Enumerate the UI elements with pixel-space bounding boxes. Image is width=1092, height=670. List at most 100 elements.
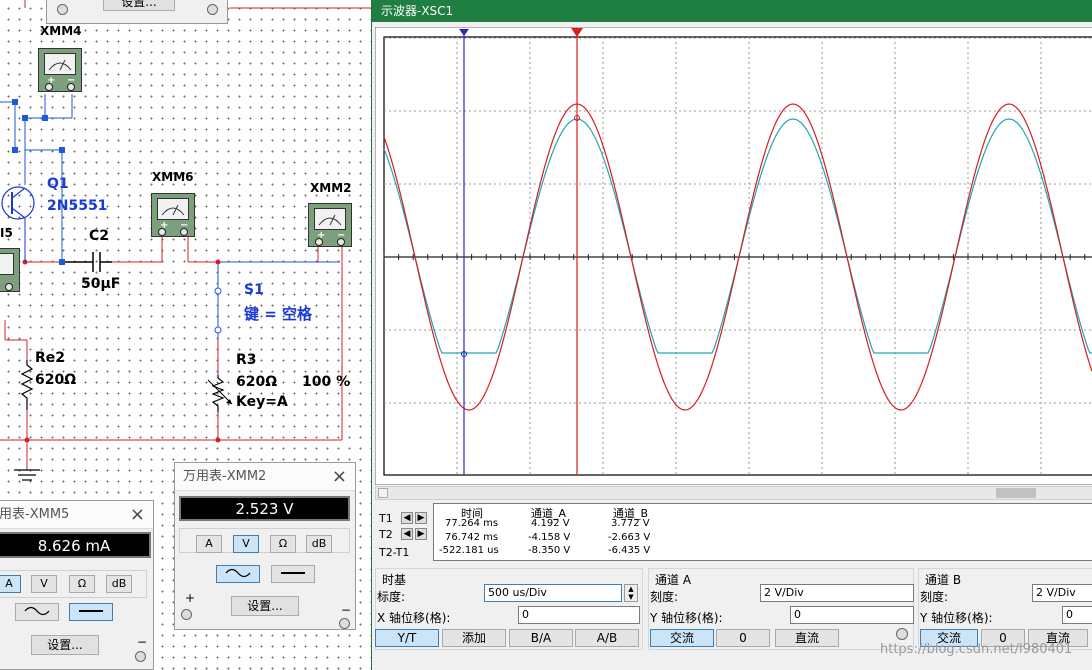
x-position-input[interactable]: 0 bbox=[518, 606, 640, 624]
jack-icon bbox=[45, 83, 53, 91]
t2-right-arrow-icon[interactable]: ▶ bbox=[415, 528, 427, 540]
dialog-title: 用表-XMM5 × bbox=[0, 501, 153, 529]
scrollbar-thumb[interactable] bbox=[996, 488, 1036, 498]
mode-button-v[interactable]: V bbox=[233, 535, 259, 553]
xmm4-label: XMM4 bbox=[40, 24, 82, 38]
q1-model: 2N5551 bbox=[47, 198, 108, 214]
mode-button-ohm[interactable]: Ω bbox=[270, 535, 296, 553]
oscilloscope-title: 示波器-XSC1 bbox=[372, 0, 1092, 22]
minus-icon: − bbox=[137, 635, 148, 649]
timebase-spinner[interactable]: ▲ ▼ bbox=[624, 584, 638, 602]
dc-line-icon bbox=[79, 610, 103, 612]
t1-left-arrow-icon[interactable]: ◀ bbox=[401, 512, 413, 524]
mode-button-ohm[interactable]: Ω bbox=[69, 575, 95, 593]
mode-button-v[interactable]: V bbox=[31, 575, 57, 593]
channel-a-zero-button[interactable]: 0 bbox=[716, 629, 770, 647]
xmm2-settings-button[interactable]: 设置... bbox=[231, 596, 299, 616]
re2-label: Re2 bbox=[35, 350, 66, 366]
ac-button[interactable] bbox=[15, 603, 59, 621]
capacitor-symbol bbox=[65, 252, 112, 272]
r3-label: R3 bbox=[236, 352, 257, 368]
timebase-label: 时基 bbox=[382, 573, 407, 587]
t1-channel-b: 3.772 V bbox=[611, 518, 650, 529]
xmm5-settings-button[interactable]: 设置... bbox=[31, 635, 99, 655]
mode-b-over-a-button[interactable]: B/A bbox=[509, 629, 573, 647]
watermark: https://blog.csdn.net/l980401 bbox=[880, 642, 1073, 657]
t2-time: 76.742 ms bbox=[445, 532, 499, 543]
terminal-plus-icon bbox=[181, 609, 192, 620]
terminal-minus-icon bbox=[135, 651, 146, 662]
plus-icon: + bbox=[185, 591, 196, 605]
channel-b-scale-label: 刻度: bbox=[920, 590, 949, 604]
jack-icon bbox=[337, 238, 345, 246]
channel-a-ac-button[interactable]: 交流 bbox=[650, 629, 714, 647]
scope-screen bbox=[375, 27, 1092, 485]
top-settings-button[interactable]: 设置... bbox=[103, 0, 175, 11]
mode-button-a[interactable]: A bbox=[0, 575, 21, 593]
t2-t1-time: -522.181 us bbox=[439, 545, 499, 556]
dialog-port-icon bbox=[57, 4, 68, 15]
channel-b-scale-input[interactable]: 2 V/Div bbox=[1032, 584, 1092, 602]
channel-a-scale-input[interactable]: 2 V/Div bbox=[760, 584, 914, 602]
q1-label: Q1 bbox=[47, 176, 69, 192]
terminal-minus-icon bbox=[339, 618, 350, 629]
dc-line-icon bbox=[281, 572, 305, 574]
dialog-port-icon bbox=[207, 4, 218, 15]
xmm5-display: 8.626 mA bbox=[0, 532, 151, 558]
xmm5-label-fragment: I5 bbox=[0, 226, 13, 240]
ac-button[interactable] bbox=[216, 565, 260, 583]
xmm5-meter-icon[interactable] bbox=[0, 248, 20, 292]
re2-value: 620Ω bbox=[35, 372, 77, 388]
multimeter-xmm5-dialog: 用表-XMM5 × 8.626 mA A V Ω dB 设置... − bbox=[0, 500, 154, 670]
r3-percent: 100 % bbox=[302, 374, 351, 390]
mode-add-button[interactable]: 添加 bbox=[442, 629, 506, 647]
channel-a-port-icon bbox=[896, 628, 908, 640]
channel-a-scale-label: 刻度: bbox=[650, 590, 679, 604]
t2-channel-a: -4.158 V bbox=[528, 532, 571, 543]
jack-icon bbox=[158, 228, 166, 236]
timebase-scale-label: 标度: bbox=[377, 590, 406, 604]
r3-value: 620Ω bbox=[236, 374, 278, 390]
c2-label: C2 bbox=[89, 228, 110, 244]
channel-a-ypos-input[interactable]: 0 bbox=[790, 606, 914, 624]
mode-button-db[interactable]: dB bbox=[306, 535, 332, 553]
close-icon[interactable]: × bbox=[130, 501, 145, 529]
dc-button[interactable] bbox=[271, 565, 315, 583]
xmm6-label: XMM6 bbox=[152, 170, 194, 184]
jack-icon bbox=[5, 283, 13, 291]
mode-a-over-b-button[interactable]: A/B bbox=[575, 629, 639, 647]
channel-b-ypos-input[interactable]: 0 bbox=[1062, 606, 1092, 624]
ac-wave-icon bbox=[225, 568, 251, 578]
timebase-scale-input[interactable]: 500 us/Div bbox=[484, 584, 622, 602]
close-icon[interactable]: × bbox=[332, 463, 347, 491]
mode-yt-button[interactable]: Y/T bbox=[375, 629, 439, 647]
xmm4-meter-icon[interactable]: + − bbox=[38, 48, 82, 92]
multimeter-xmm2-dialog: 万用表-XMM2 × 2.523 V A V Ω dB + 设置... − bbox=[174, 462, 356, 630]
channel-b-label: 通道 B bbox=[925, 573, 962, 587]
scrollbar-left-arrow[interactable] bbox=[378, 488, 388, 498]
jack-icon bbox=[67, 83, 75, 91]
resistor-re2-symbol bbox=[20, 360, 34, 410]
title-text: 用表-XMM5 bbox=[0, 507, 70, 522]
mode-button-db[interactable]: dB bbox=[106, 575, 132, 593]
t2-channel-b: -2.663 V bbox=[608, 532, 651, 543]
channel-a-label: 通道 A bbox=[655, 573, 692, 587]
xmm6-meter-icon[interactable]: + − bbox=[151, 193, 195, 237]
t2-left-arrow-icon[interactable]: ◀ bbox=[401, 528, 413, 540]
top-dialog-fragment: 设置... bbox=[46, 0, 228, 24]
channel-a-dc-button[interactable]: 直流 bbox=[775, 629, 839, 647]
t1-time: 77.264 ms bbox=[445, 518, 499, 529]
t1-right-arrow-icon[interactable]: ▶ bbox=[415, 512, 427, 524]
xmm2-label: XMM2 bbox=[310, 181, 352, 195]
mode-button-a[interactable]: A bbox=[196, 535, 222, 553]
dc-button[interactable] bbox=[69, 603, 113, 621]
switch-symbol bbox=[214, 287, 222, 334]
t2-t1-channel-a: -8.350 V bbox=[528, 545, 571, 556]
title-text: 万用表-XMM2 bbox=[183, 469, 267, 484]
ground-symbol bbox=[14, 469, 40, 481]
xmm2-meter-icon[interactable]: + − bbox=[308, 203, 352, 247]
xmm2-display: 2.523 V bbox=[179, 496, 350, 521]
row-t1-label: T1 bbox=[379, 512, 393, 525]
c2-value: 50µF bbox=[81, 276, 121, 292]
horizontal-scrollbar[interactable] bbox=[375, 486, 1092, 500]
